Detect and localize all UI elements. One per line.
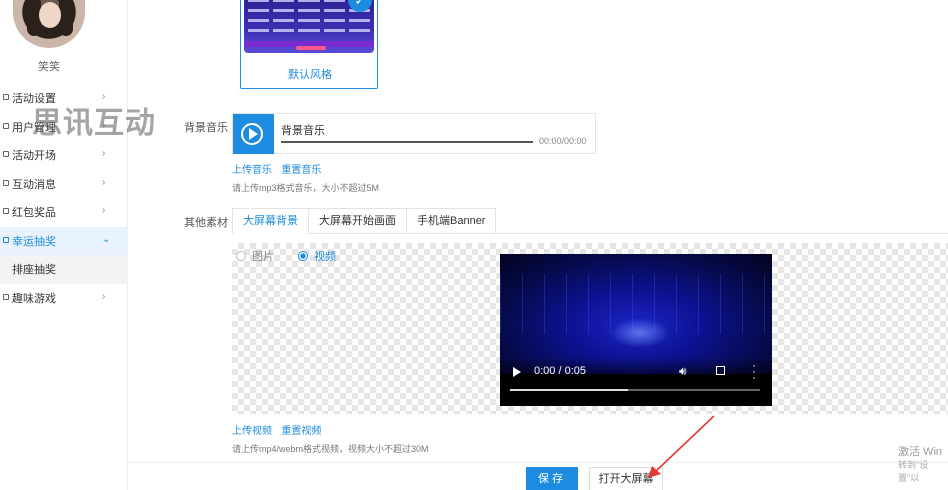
reset-video-link[interactable]: 重置视频 (281, 426, 321, 437)
music-title: 背景音乐 (281, 125, 325, 137)
play-icon (249, 128, 258, 140)
sidebar-item-activity-opening[interactable]: 活动开场 › (0, 141, 128, 170)
sidebar-item-label: 红包奖品 (12, 207, 56, 220)
sidebar: 笑笑 活动设置 › 用户管理 › 活动开场 › 互动消息 › 红包奖品 › 幸运… (0, 0, 128, 490)
user-icon (3, 122, 9, 129)
video-links: 上传视频 重置视频 (232, 422, 321, 437)
sidebar-item-interactive-messages[interactable]: 互动消息 › (0, 170, 128, 199)
tab-big-screen-background[interactable]: 大屏幕背景 (232, 208, 308, 234)
upload-video-link[interactable]: 上传视频 (232, 426, 272, 437)
sidebar-item-label: 互动消息 (12, 178, 56, 191)
chevron-right-icon: › (102, 148, 106, 159)
upload-music-link[interactable]: 上传音乐 (232, 165, 272, 176)
sidebar-item-red-packet-prizes[interactable]: 红包奖品 › (0, 198, 128, 227)
video-progress-bar[interactable] (510, 389, 760, 391)
watermark-logo: 思讯互动 (32, 106, 156, 141)
game-icon (3, 293, 9, 300)
video-progress-fill (510, 389, 628, 391)
radio-video[interactable] (298, 251, 308, 261)
video-frame (500, 254, 772, 374)
chevron-down-icon: ⌄ (102, 233, 111, 245)
music-hint: 请上传mp3格式音乐，大小不超过5M (232, 183, 380, 193)
play-icon[interactable] (513, 367, 521, 377)
music-play-button[interactable] (233, 114, 274, 154)
chevron-right-icon: › (102, 176, 106, 188)
sidebar-item-lucky-draw[interactable]: 幸运抽奖 ⌄ (0, 226, 128, 255)
music-links: 上传音乐 重置音乐 (232, 161, 321, 176)
flag-icon (3, 151, 9, 157)
music-field-label: 背景音乐 (184, 122, 228, 134)
username: 笑笑 (38, 61, 60, 73)
materials-field-label: 其他素材 (184, 217, 228, 229)
video-player[interactable]: 0:00 / 0:05 🔊︎ · · · (500, 254, 772, 406)
lottery-icon (3, 236, 9, 243)
save-button[interactable]: 保存 (526, 467, 578, 490)
more-options-icon[interactable]: · · · (752, 359, 756, 383)
tab-mobile-banner[interactable]: 手机端Banner (406, 208, 497, 234)
music-player: 背景音乐 00:00/00:00 (232, 113, 596, 154)
sidebar-item-label: 排座抽奖 (12, 264, 56, 277)
materials-tabs: 大屏幕背景 大屏幕开始画面 手机端Banner (232, 208, 497, 234)
settings-icon (3, 94, 9, 100)
sidebar-item-label: 活动开场 (12, 150, 56, 163)
music-time: 00:00/00:00 (539, 136, 587, 146)
chevron-right-icon: › (102, 205, 106, 216)
video-hint: 请上传mp4/webm格式视频，视频大小不超过30M (232, 444, 429, 454)
radio-image-label[interactable]: 图片 (252, 248, 274, 264)
radio-video-label[interactable]: 视频 (314, 248, 336, 264)
theme-label: 默认风格 (288, 69, 332, 81)
video-time: 0:00 / 0:05 (534, 365, 586, 377)
reset-music-link[interactable]: 重置音乐 (281, 165, 321, 176)
sidebar-item-label: 幸运抽奖 (12, 235, 56, 248)
activation-line-2: 转到"设置"以 (898, 460, 929, 483)
windows-activation-notice: 激活 Win 转到"设置"以 (898, 446, 948, 485)
fullscreen-icon[interactable] (716, 366, 725, 375)
gift-icon (3, 208, 9, 214)
radio-image[interactable] (236, 251, 246, 261)
sidebar-subitem-seat-draw[interactable]: 排座抽奖 (0, 255, 128, 284)
open-big-screen-button[interactable]: 打开大屏幕 (589, 467, 663, 490)
media-type-radio-group: 图片 视频 (236, 248, 354, 264)
message-icon (3, 179, 9, 186)
theme-card-default[interactable]: 默认风格 (240, 0, 378, 89)
avatar[interactable] (13, 0, 85, 48)
activation-line-1: 激活 Win (898, 446, 942, 458)
volume-icon[interactable]: 🔊︎ (679, 364, 687, 379)
tab-big-screen-start[interactable]: 大屏幕开始画面 (308, 208, 406, 234)
chevron-right-icon: › (102, 290, 106, 302)
sidebar-item-label: 趣味游戏 (12, 292, 56, 305)
sidebar-item-fun-games[interactable]: 趣味游戏 › (0, 284, 128, 313)
music-progress-track[interactable] (281, 141, 533, 143)
